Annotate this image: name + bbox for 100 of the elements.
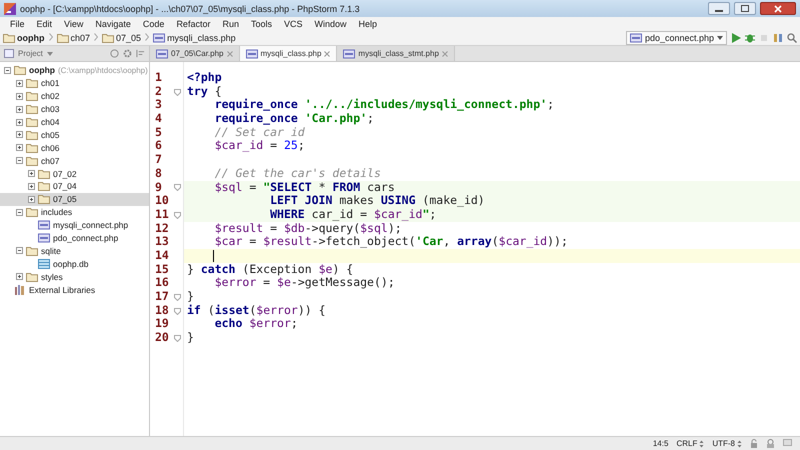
menu-item[interactable]: View — [58, 19, 90, 29]
tree-label: ch06 — [41, 142, 60, 153]
sync-icon[interactable] — [773, 33, 783, 43]
tree-item[interactable]: mysqli_connect.php — [0, 218, 149, 232]
expand-icon[interactable] — [16, 144, 23, 152]
tree-item[interactable]: ch03 — [0, 102, 149, 116]
tree-label: mysqli_connect.php — [53, 220, 128, 230]
minimize-button[interactable] — [708, 2, 730, 15]
maximize-button[interactable] — [734, 2, 756, 15]
code-line: // Get the car's details — [214, 166, 381, 180]
database-icon — [38, 258, 50, 269]
event-log-icon[interactable] — [783, 439, 792, 448]
tree-item[interactable]: ch07 — [0, 154, 149, 168]
tree-label: pdo_connect.php — [53, 233, 118, 244]
editor-tab[interactable]: mysqli_class.php — [240, 46, 338, 61]
tree-item[interactable]: ch01 — [0, 76, 149, 90]
menu-item[interactable]: Run — [216, 19, 245, 29]
menu-item[interactable]: Window — [308, 19, 353, 29]
cursor-position[interactable]: 14:5 — [652, 439, 668, 448]
line-separator-selector[interactable]: CRLF — [676, 439, 704, 448]
close-icon — [774, 4, 782, 12]
encoding-selector[interactable]: UTF-8 — [712, 439, 742, 448]
breadcrumb[interactable]: ch07 — [56, 33, 90, 43]
menu-item[interactable]: VCS — [278, 19, 308, 29]
tree-item[interactable]: 07_05 — [0, 192, 149, 206]
folder-icon — [56, 33, 68, 43]
tree-label: styles — [41, 272, 63, 282]
lock-icon[interactable] — [750, 439, 758, 448]
expand-icon[interactable] — [28, 170, 35, 178]
caret-icon[interactable] — [46, 52, 53, 56]
fold-icon[interactable] — [174, 210, 181, 219]
code-line: require_once '../../includes/mysqli_connect.php'; — [214, 97, 554, 112]
expand-icon[interactable] — [16, 273, 23, 280]
gear-icon[interactable] — [123, 49, 132, 58]
tree-item[interactable]: 07_04 — [0, 180, 149, 193]
tree-item[interactable]: oophp (C:\xampp\htdocs\oophp) — [0, 64, 149, 77]
fold-icon[interactable] — [174, 292, 181, 301]
collapse-icon[interactable] — [16, 247, 23, 254]
breadcrumb[interactable]: oophp — [3, 33, 44, 43]
editor-tab[interactable]: mysqli_class_stmt.php — [337, 46, 455, 61]
close-button[interactable] — [760, 2, 796, 15]
line-number: 2 — [155, 84, 162, 98]
run-icon[interactable] — [731, 33, 741, 43]
expand-icon[interactable] — [28, 182, 35, 190]
project-label[interactable]: Project — [18, 49, 43, 58]
target-icon[interactable] — [110, 49, 119, 58]
line-number: 7 — [155, 153, 162, 167]
menu-item[interactable]: Help — [352, 19, 384, 29]
tree-item[interactable]: ch02 — [0, 90, 149, 103]
bug-icon[interactable] — [745, 33, 755, 43]
menu-item[interactable]: File — [4, 19, 31, 29]
tree-item[interactable]: ch04 — [0, 116, 149, 128]
tree-item[interactable]: ch06 — [0, 141, 149, 154]
collapse-icon[interactable] — [16, 208, 23, 216]
collapse-all-icon[interactable] — [136, 49, 145, 58]
line-number: 19 — [155, 317, 169, 332]
code-line: if (isset($error)) { — [187, 302, 326, 317]
tree-item[interactable]: 07_02 — [0, 167, 149, 180]
folder-icon — [26, 78, 38, 88]
collapse-icon[interactable] — [4, 66, 11, 74]
tree-item[interactable]: styles — [0, 270, 149, 284]
code-line: } — [187, 289, 194, 303]
close-icon[interactable] — [442, 50, 448, 56]
tree-label: ch05 — [41, 130, 60, 140]
menu-item[interactable]: Code — [136, 19, 170, 29]
tree-item[interactable]: includes — [0, 206, 149, 219]
close-icon[interactable] — [226, 50, 232, 56]
menu-item[interactable]: Edit — [30, 19, 58, 29]
expand-icon[interactable] — [16, 131, 23, 138]
tree-item[interactable]: ch05 — [0, 128, 149, 142]
menu-item[interactable]: Tools — [244, 19, 278, 29]
expand-icon[interactable] — [28, 196, 35, 203]
tree-item[interactable]: oophp.db — [0, 257, 149, 270]
fold-icon[interactable] — [174, 306, 181, 315]
close-icon[interactable] — [324, 50, 330, 56]
library-icon — [14, 284, 26, 295]
menu-item[interactable]: Refactor — [170, 19, 216, 29]
fold-icon[interactable] — [174, 88, 181, 96]
php-file-icon — [38, 233, 50, 244]
php-file-icon — [153, 33, 166, 43]
inspector-icon[interactable] — [766, 439, 775, 448]
breadcrumb[interactable]: 07_05 — [102, 33, 142, 43]
tree-item[interactable]: pdo_connect.php — [0, 232, 149, 244]
collapse-icon[interactable] — [16, 157, 23, 164]
expand-icon[interactable] — [16, 106, 23, 113]
expand-icon[interactable] — [16, 118, 23, 126]
run-config-dropdown[interactable]: pdo_connect.php — [626, 31, 727, 45]
tree-label: ch02 — [41, 91, 60, 102]
search-icon[interactable] — [787, 33, 797, 43]
menu-item[interactable]: Navigate — [89, 19, 137, 29]
breadcrumb[interactable]: mysqli_class.php — [153, 33, 236, 43]
expand-icon[interactable] — [16, 80, 23, 87]
editor-tab[interactable]: 07_05\Car.php — [150, 46, 240, 61]
code-line: require_once 'Car.php'; — [214, 111, 374, 126]
tree-label: ch01 — [41, 78, 60, 88]
fold-icon[interactable] — [174, 183, 181, 192]
tree-item[interactable]: External Libraries — [0, 283, 149, 296]
fold-icon[interactable] — [174, 334, 181, 342]
expand-icon[interactable] — [16, 92, 23, 100]
tree-item[interactable]: sqlite — [0, 244, 149, 258]
